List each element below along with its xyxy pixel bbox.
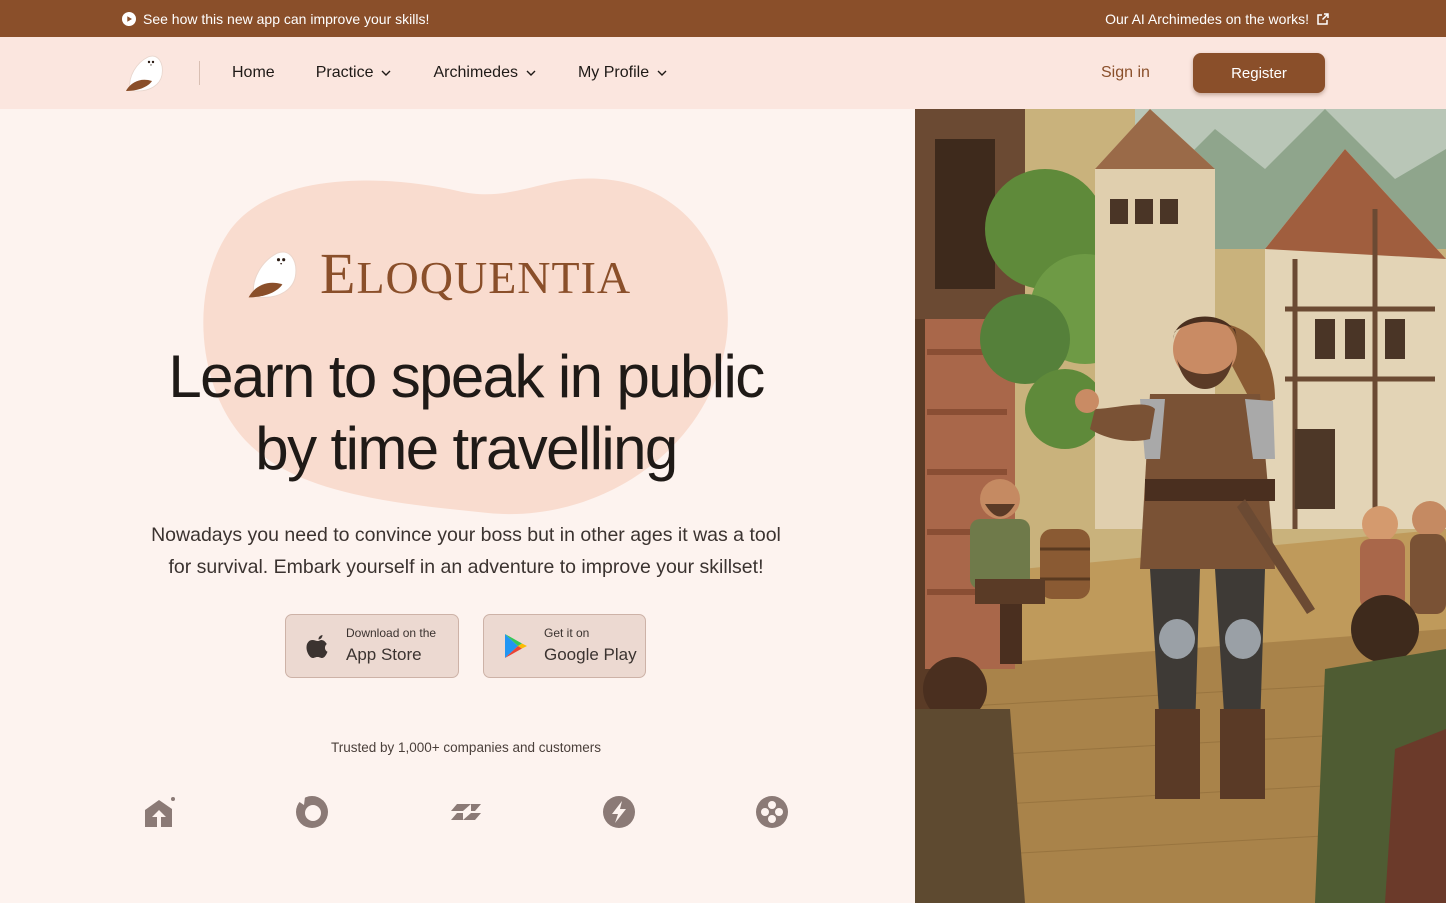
chevron-down-icon	[526, 70, 536, 76]
google-play-small-text: Get it on	[544, 626, 590, 640]
medieval-town-illustration	[915, 109, 1446, 903]
announcement-right-text: Our AI Archimedes on the works!	[1105, 10, 1309, 27]
app-store-big-text: App Store	[346, 645, 422, 664]
google-play-big-text: Google Play	[544, 645, 637, 664]
google-play-button[interactable]: Get it on Google Play	[483, 614, 646, 678]
nav-my-profile-label: My Profile	[577, 64, 650, 81]
subtitle-line-1: Nowadays you need to convince your boss …	[151, 524, 781, 546]
bolt-logo-icon	[603, 796, 635, 828]
nav-practice-label: Practice	[315, 64, 374, 81]
house-logo-icon	[145, 797, 175, 827]
subtitle-line-2: for survival. Embark yourself in an adve…	[168, 556, 764, 578]
nav-archimedes[interactable]: Archimedes	[433, 64, 536, 82]
brand-name-initial: E	[320, 241, 357, 306]
apple-icon	[306, 635, 328, 658]
hero-section: ELOQUENTIA Learn to speak in public by t…	[0, 109, 915, 903]
nav-divider	[199, 61, 200, 85]
hero-subtitle: Nowadays you need to convince your boss …	[140, 519, 792, 583]
hero-illustration	[915, 109, 1446, 903]
app-store-small-text: Download on the	[346, 626, 437, 640]
play-circle-icon	[122, 11, 136, 26]
trusted-by-text: Trusted by 1,000+ companies and customer…	[330, 740, 602, 755]
hero-headline: Learn to speak in public by time travell…	[0, 341, 932, 485]
headline-line-1: Learn to speak in public	[168, 343, 765, 410]
app-store-button[interactable]: Download on the App Store	[285, 614, 459, 678]
announcement-left-text: See how this new app can improve your sk…	[143, 10, 430, 27]
dots-logo-icon	[756, 796, 788, 828]
external-link-icon	[1317, 12, 1329, 25]
ring-logo-icon	[296, 796, 328, 828]
nav-home[interactable]: Home	[232, 64, 275, 82]
chevron-down-icon	[657, 70, 667, 76]
google-play-icon	[505, 634, 527, 658]
partner-logos	[0, 795, 915, 829]
nav-practice[interactable]: Practice	[316, 64, 393, 82]
stripes-logo-icon	[451, 804, 481, 820]
sign-in-link[interactable]: Sign in	[1101, 64, 1150, 82]
top-navbar: Home Practice Archimedes My Profile Sign…	[0, 37, 1446, 109]
owl-logo-icon	[248, 251, 297, 298]
announcement-bar: See how this new app can improve your sk…	[0, 0, 1446, 37]
nav-home-label: Home	[232, 64, 275, 81]
owl-logo-icon[interactable]	[124, 53, 164, 93]
nav-links: Home Practice Archimedes My Profile	[232, 37, 709, 109]
announcement-right-link[interactable]: Our AI Archimedes on the works!	[1105, 11, 1330, 27]
brand-name: ELOQUENTIA	[320, 245, 631, 303]
announcement-left-link[interactable]: See how this new app can improve your sk…	[122, 11, 429, 27]
register-button[interactable]: Register	[1193, 53, 1325, 93]
nav-my-profile[interactable]: My Profile	[578, 64, 668, 82]
headline-line-2: by time travelling	[255, 415, 678, 482]
chevron-down-icon	[381, 70, 391, 76]
brand-name-rest: LOQUENTIA	[356, 252, 632, 303]
brand-lockup: ELOQUENTIA	[246, 245, 631, 303]
nav-archimedes-label: Archimedes	[433, 64, 518, 81]
